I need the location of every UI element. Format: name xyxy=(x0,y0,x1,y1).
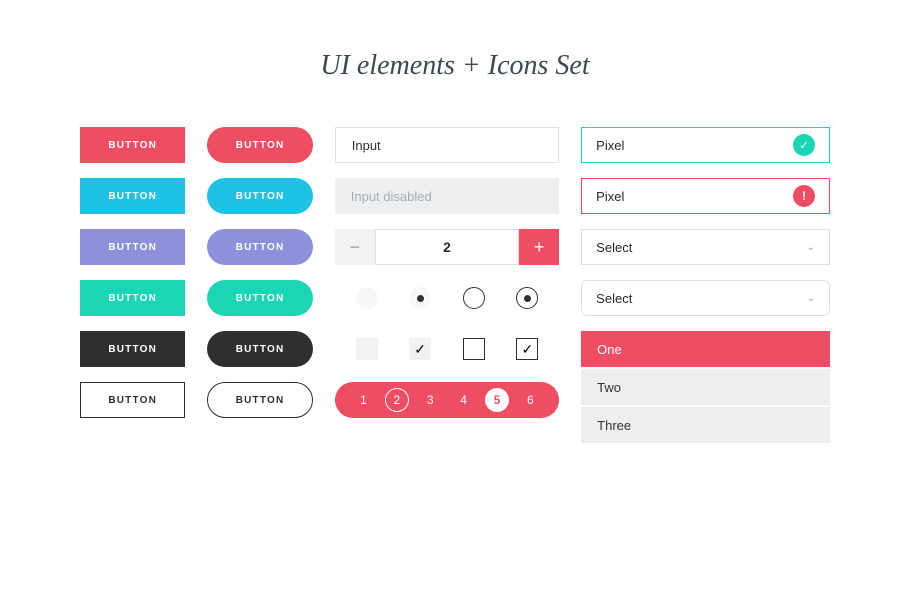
dropdown-item[interactable]: Three xyxy=(581,407,830,443)
page-4[interactable]: 4 xyxy=(452,388,476,412)
select-value: Select xyxy=(596,240,632,255)
radio-dot-icon xyxy=(417,295,424,302)
radio-unchecked-grey[interactable] xyxy=(356,287,378,309)
button-teal-pill[interactable]: BUTTON xyxy=(207,280,312,316)
radio-unchecked-outline[interactable] xyxy=(463,287,485,309)
button-teal-rect[interactable]: BUTTON xyxy=(80,280,185,316)
button-black-pill[interactable]: BUTTON xyxy=(207,331,312,367)
text-input[interactable]: Input xyxy=(335,127,559,163)
select-value: Pixel xyxy=(596,138,624,153)
button-black-rect[interactable]: BUTTON xyxy=(80,331,185,367)
button-cyan-rect[interactable]: BUTTON xyxy=(80,178,185,214)
pill-buttons-column: BUTTON BUTTON BUTTON BUTTON BUTTON BUTTO… xyxy=(207,127,312,443)
checkbox-unchecked-grey[interactable] xyxy=(356,338,378,360)
radio-dot-icon xyxy=(524,295,531,302)
page-3[interactable]: 3 xyxy=(418,388,442,412)
button-outline-pill[interactable]: BUTTON xyxy=(207,382,312,418)
checkbox-checked-outline[interactable]: ✓ xyxy=(516,338,538,360)
number-stepper: − 2 + xyxy=(335,229,559,265)
text-input-disabled: Input disabled xyxy=(335,178,559,214)
dropdown-item-active[interactable]: One xyxy=(581,331,830,367)
button-cyan-pill[interactable]: BUTTON xyxy=(207,178,312,214)
select-rounded[interactable]: Select ⌄ xyxy=(581,280,830,316)
stepper-value: 2 xyxy=(375,229,519,265)
page-6[interactable]: 6 xyxy=(518,388,542,412)
dropdown-list: One Two Three xyxy=(581,331,830,443)
stepper-plus-button[interactable]: + xyxy=(519,229,559,265)
success-icon: ✓ xyxy=(793,134,815,156)
chevron-down-icon: ⌄ xyxy=(807,242,815,253)
select-success[interactable]: Pixel ✓ xyxy=(581,127,830,163)
radio-checked-outline[interactable] xyxy=(516,287,538,309)
error-icon: ! xyxy=(793,185,815,207)
page-1[interactable]: 1 xyxy=(351,388,375,412)
checkbox-checked-grey[interactable]: ✓ xyxy=(409,338,431,360)
checkbox-row: ✓ ✓ xyxy=(335,331,559,367)
radio-checked-grey[interactable] xyxy=(409,287,431,309)
ui-kit-grid: BUTTON BUTTON BUTTON BUTTON BUTTON BUTTO… xyxy=(80,127,830,443)
button-purple-rect[interactable]: BUTTON xyxy=(80,229,185,265)
select-value: Select xyxy=(596,291,632,306)
page-2[interactable]: 2 xyxy=(385,388,409,412)
check-icon: ✓ xyxy=(521,341,533,358)
button-outline-rect[interactable]: BUTTON xyxy=(80,382,185,418)
checkbox-unchecked-outline[interactable] xyxy=(463,338,485,360)
form-controls-column: Input Input disabled − 2 + ✓ ✓ 1 2 3 4 5… xyxy=(335,127,559,443)
dropdown-item[interactable]: Two xyxy=(581,369,830,405)
chevron-down-icon: ⌄ xyxy=(807,293,815,304)
rect-buttons-column: BUTTON BUTTON BUTTON BUTTON BUTTON BUTTO… xyxy=(80,127,185,443)
selects-column: Pixel ✓ Pixel ! Select ⌄ Select ⌄ One Tw… xyxy=(581,127,830,443)
page-title: UI elements + Icons Set xyxy=(80,50,830,82)
pagination: 1 2 3 4 5 6 xyxy=(335,382,559,418)
button-red-rect[interactable]: BUTTON xyxy=(80,127,185,163)
select-error[interactable]: Pixel ! xyxy=(581,178,830,214)
select-default[interactable]: Select ⌄ xyxy=(581,229,830,265)
select-value: Pixel xyxy=(596,189,624,204)
button-red-pill[interactable]: BUTTON xyxy=(207,127,312,163)
button-purple-pill[interactable]: BUTTON xyxy=(207,229,312,265)
stepper-minus-button[interactable]: − xyxy=(335,229,375,265)
radio-row xyxy=(335,280,559,316)
page-5[interactable]: 5 xyxy=(485,388,509,412)
check-icon: ✓ xyxy=(414,341,426,358)
